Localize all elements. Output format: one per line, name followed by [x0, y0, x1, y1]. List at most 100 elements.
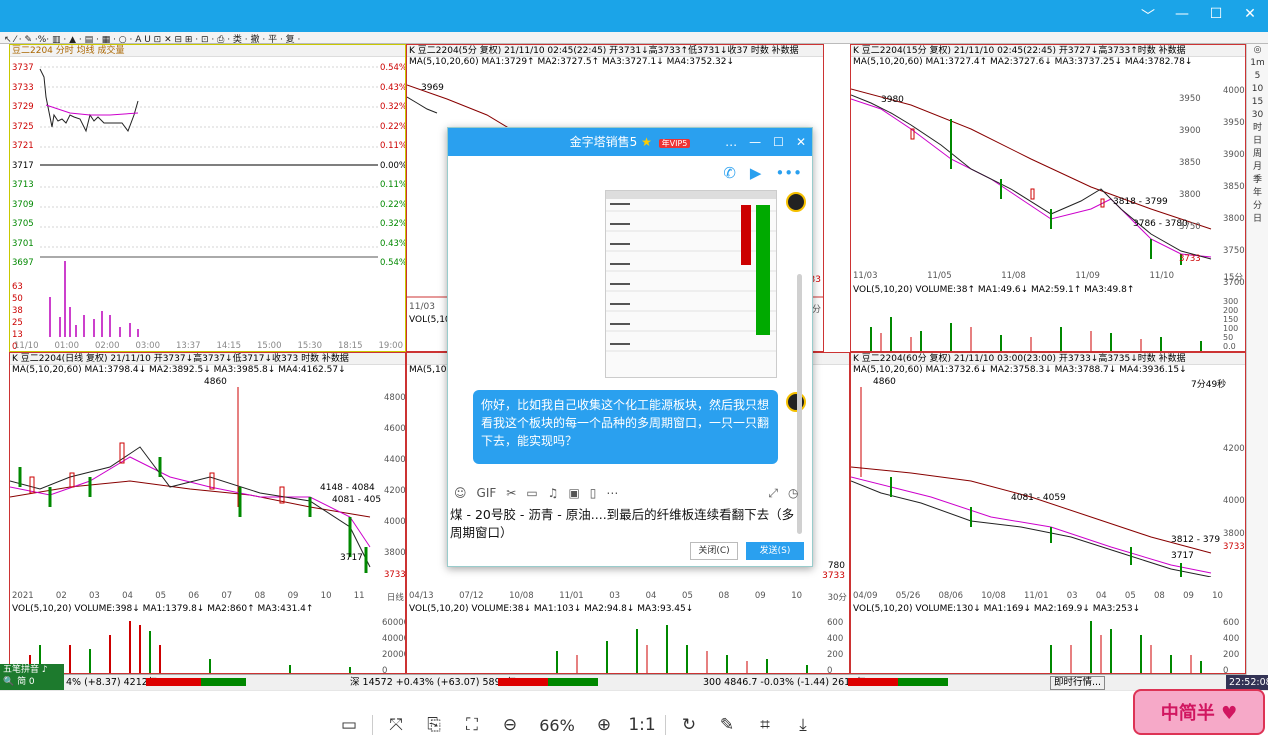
period-item[interactable]: 日	[1247, 135, 1268, 148]
close-button[interactable]: 关闭(C)	[690, 542, 738, 560]
expand-icon[interactable]: ⤢	[768, 486, 778, 504]
message-list[interactable]: 你好，比如我自己收集这个化工能源板块，然后我只想看我这个板块的每一个品种的多周期…	[448, 186, 806, 534]
emoji-icon[interactable]: ☺	[454, 486, 467, 504]
crop-icon[interactable]: ⌗	[746, 711, 784, 739]
price-tick: 3800	[1179, 190, 1201, 200]
avatar	[786, 192, 806, 212]
period-item[interactable]: 周	[1247, 148, 1268, 161]
chart-15min-vol-axis: 300 200 150 100 50 0.0	[1223, 297, 1238, 351]
pct-tick: 0.00%	[380, 160, 406, 171]
chat-title-bar: 金字塔销售5 ★ 年VIP5 … — ☐ ✕	[448, 128, 812, 156]
chart-30min-vol-bars	[556, 625, 808, 673]
screenshot-thumbnail[interactable]	[605, 190, 777, 378]
more-icon[interactable]: …	[725, 128, 737, 156]
period-item[interactable]: 日	[1247, 213, 1268, 226]
ime-badge: 中简半 ♥	[1133, 689, 1265, 735]
chat-dialog: 金字塔销售5 ★ 年VIP5 … — ☐ ✕ ✆ ▶ ••• 你好，比如我自己收…	[447, 127, 813, 567]
time-tick: 15:00	[257, 341, 282, 351]
maximize-icon[interactable]: ☐	[1206, 6, 1226, 26]
ocr-icon[interactable]: ⎘	[415, 711, 453, 739]
fit-icon[interactable]: ⤧	[377, 711, 415, 739]
chart-30min-vol-axis: 600 400 200 0	[827, 615, 844, 673]
vol-tick: 40000	[382, 634, 405, 644]
fullscreen-icon[interactable]: ⛶	[453, 711, 491, 739]
period-item[interactable]: 月	[1247, 161, 1268, 174]
chart-15min-panel[interactable]: K 豆二2204(15分 复权) 21/11/10 02:45(22:45) 开…	[850, 44, 1246, 352]
scissors-icon[interactable]: ✂	[506, 486, 516, 504]
folder-icon[interactable]: ▭	[526, 486, 537, 504]
phone-icon[interactable]: ✆	[723, 164, 736, 182]
download-icon[interactable]: ⤓	[784, 711, 822, 739]
music-icon[interactable]: ♫	[548, 486, 559, 504]
trading-screenshot: ↖ ⁄ · ✎ ·%· ▥ · ▲ · ▤ · ▦ · ○ · A U ⊡ ✕ …	[0, 32, 1268, 690]
date-tick: 日线	[386, 593, 404, 603]
zoom-in-icon[interactable]: ⊕	[585, 711, 623, 739]
date-tick: 15分	[1223, 273, 1243, 283]
more-icon[interactable]: ⋯	[606, 486, 618, 504]
history-icon[interactable]: ◷	[788, 486, 798, 504]
vol-tick: 60000	[382, 618, 405, 628]
price-tick: 4200	[384, 486, 406, 496]
vol-tick: 0.0	[1223, 342, 1236, 351]
price-tick: 3800	[1223, 214, 1245, 224]
vol-tick: 63	[12, 282, 23, 292]
period-item[interactable]: 5	[1247, 70, 1268, 83]
chart-5min-high: 3969	[421, 83, 444, 93]
message-input[interactable]: 煤 - 20号胶 - 沥青 - 原油....到最后的纤维板连续看翻下去（多周期窗…	[450, 506, 800, 542]
date-tick: 05/26	[895, 591, 921, 601]
actual-size-icon[interactable]: 1:1	[623, 711, 661, 739]
chart-30min-price: 3733	[822, 571, 845, 581]
close-icon[interactable]: ✕	[796, 128, 806, 156]
period-item[interactable]: 年	[1247, 187, 1268, 200]
minimize-icon[interactable]: —	[1172, 6, 1192, 26]
period-item[interactable]: ◎	[1247, 44, 1268, 57]
pct-tick: 0.11%	[380, 180, 406, 190]
chart-daily-dates: 2021 02 03 04 05 06 07 08 09 10 11 日线	[12, 591, 404, 603]
chart-60min-title: K 豆二2204(60分 复权) 21/11/10 03:00(23:00) 开…	[851, 353, 1245, 365]
price-tick: 3737	[12, 63, 34, 73]
layout-icon[interactable]: ▭	[330, 711, 368, 739]
minute-chart-panel[interactable]: 豆二2204 分时 均线 成交量 3737 3733 3729 3725 372…	[9, 44, 406, 352]
phone-screen-icon[interactable]: ▯	[590, 486, 597, 504]
period-item[interactable]: 分	[1247, 200, 1268, 213]
date-tick: 02	[55, 591, 67, 601]
minute-chart-graph	[39, 66, 378, 337]
edit-icon[interactable]: ✎	[708, 711, 746, 739]
period-item[interactable]: 时	[1247, 122, 1268, 135]
close-icon[interactable]: ✕	[1240, 6, 1260, 26]
price-tick: 3705	[12, 219, 34, 229]
pct-tick: 0.32%	[380, 102, 406, 112]
period-item[interactable]: 30	[1247, 109, 1268, 122]
period-item[interactable]: 季	[1247, 174, 1268, 187]
date-tick: 11/03	[853, 271, 878, 281]
realtime-button[interactable]: 即时行情...	[1050, 676, 1106, 690]
send-button[interactable]: 发送(S)	[746, 542, 804, 560]
price-tick: 4200	[1223, 444, 1245, 454]
chart-15min-axis: 3950 3900 3850 3800 3750 3733	[1179, 83, 1201, 275]
period-item[interactable]: 10	[1247, 83, 1268, 96]
pct-tick: 0.54%	[380, 258, 406, 268]
chart-30min-dates: 04/13 07/12 10/08 11/01 03 04 05 08 09 1…	[409, 591, 847, 603]
gif-icon[interactable]: GIF	[477, 486, 497, 504]
chart-15min-ma: MA(5,10,20,60) MA1:3727.4↑ MA2:3727.6↓ M…	[853, 57, 1193, 67]
video-icon[interactable]: ▶	[750, 164, 762, 182]
chart-daily-panel[interactable]: K 豆二2204(日线 复权) 21/11/10 开3737↓高3737↓低37…	[9, 352, 406, 674]
period-item[interactable]: 15	[1247, 96, 1268, 109]
zoom-out-icon[interactable]: ⊖	[491, 711, 529, 739]
chart-60min-panel[interactable]: K 豆二2204(60分 复权) 21/11/10 03:00(23:00) 开…	[850, 352, 1246, 674]
more-icon[interactable]: •••	[775, 164, 802, 182]
drawing-toolbar[interactable]: ↖ ⁄ · ✎ ·%· ▥ · ▲ · ▤ · ▦ · ○ · A U ⊡ ✕ …	[0, 32, 1268, 44]
maximize-icon[interactable]: ☐	[773, 128, 784, 156]
pct-tick: 0.22%	[380, 121, 406, 132]
ime-line1: 五笔拼音 ♪	[3, 665, 48, 675]
period-item[interactable]: 1m	[1247, 57, 1268, 70]
vol-tick: 200	[827, 650, 844, 660]
date-tick: 08	[254, 591, 266, 601]
date-tick: 10	[320, 591, 332, 601]
collapse-icon[interactable]: ﹀	[1138, 6, 1158, 26]
rotate-icon[interactable]: ↻	[670, 711, 708, 739]
image-icon[interactable]: ▣	[568, 486, 579, 504]
minimize-icon[interactable]: —	[749, 128, 761, 156]
chart-30min-price2: 780	[827, 561, 845, 571]
price-tick: 3709	[12, 199, 34, 210]
